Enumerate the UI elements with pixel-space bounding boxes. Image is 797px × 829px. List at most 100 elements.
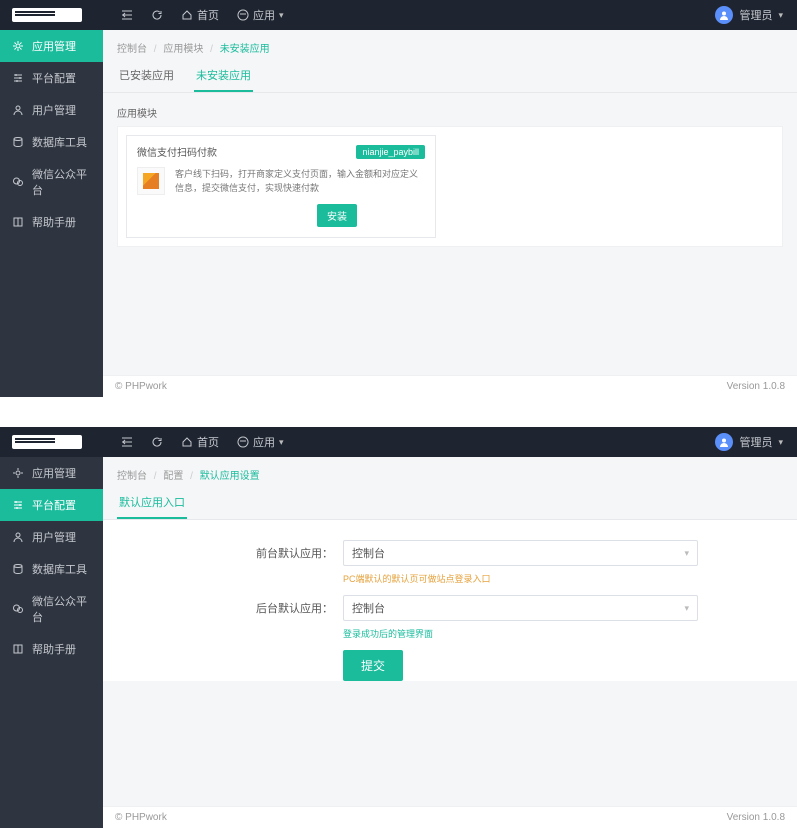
- sliders-icon: [12, 72, 24, 84]
- wechat-icon: [12, 176, 24, 188]
- back-app-label: 后台默认应用：: [103, 600, 343, 616]
- sidebar-item-help[interactable]: 帮助手册: [0, 206, 103, 238]
- tab-default-entry[interactable]: 默认应用入口: [117, 488, 187, 519]
- module-description: 客户线下扫码，打开商家定义支付页面，输入金额和对应定义信息，提交微信支付，实现快…: [175, 167, 425, 196]
- home-link[interactable]: 首页: [181, 7, 219, 23]
- user-menu[interactable]: 管理员 ▾: [715, 6, 797, 24]
- refresh-button[interactable]: [151, 436, 163, 448]
- refresh-icon: [151, 436, 163, 448]
- crumb[interactable]: 控制台: [117, 471, 147, 482]
- sidebar-item-label: 应用管理: [32, 38, 76, 54]
- sidebar-item-label: 用户管理: [32, 529, 76, 545]
- apps-dropdown[interactable]: 应用 ▾: [237, 434, 284, 450]
- collapse-sidebar-button[interactable]: [121, 436, 133, 448]
- breadcrumb: 控制台 / 应用模块 / 未安装应用: [103, 30, 797, 61]
- crumb[interactable]: 应用模块: [163, 44, 203, 55]
- database-icon: [12, 563, 24, 575]
- module-thumbnail: [137, 167, 165, 195]
- book-icon: [12, 643, 24, 655]
- home-icon: [181, 9, 193, 21]
- sidebar-item-platform-config[interactable]: 平台配置: [0, 62, 103, 94]
- refresh-icon: [151, 9, 163, 21]
- tab-installed[interactable]: 已安装应用: [117, 61, 176, 92]
- avatar: [715, 433, 733, 451]
- home-label: 首页: [197, 7, 219, 23]
- module-badge: nianjie_paybill: [356, 145, 425, 159]
- apps-label: 应用: [253, 7, 275, 23]
- user-icon: [12, 104, 24, 116]
- sidebar-item-wechat[interactable]: 微信公众平台: [0, 585, 103, 633]
- tab-not-installed[interactable]: 未安装应用: [194, 61, 253, 92]
- apps-dropdown[interactable]: 应用 ▾: [237, 7, 284, 23]
- crumb[interactable]: 配置: [163, 471, 183, 482]
- sidebar-item-label: 帮助手册: [32, 641, 76, 657]
- submit-button[interactable]: 提交: [343, 650, 403, 681]
- apps-label: 应用: [253, 434, 275, 450]
- refresh-button[interactable]: [151, 9, 163, 21]
- back-help-text: 登录成功后的管理界面: [103, 625, 797, 650]
- sidebar-item-app-manage[interactable]: 应用管理: [0, 457, 103, 489]
- chevron-down-icon: ▾: [778, 10, 783, 21]
- sidebar-item-label: 应用管理: [32, 465, 76, 481]
- install-button[interactable]: 安装: [317, 204, 357, 227]
- sidebar-item-label: 帮助手册: [32, 214, 76, 230]
- gear-icon: [12, 40, 24, 52]
- home-link[interactable]: 首页: [181, 434, 219, 450]
- gear-icon: [12, 467, 24, 479]
- user-name: 管理员: [739, 7, 772, 23]
- logo[interactable]: [0, 427, 103, 457]
- crumb-current: 默认应用设置: [200, 471, 260, 482]
- sidebar-item-label: 平台配置: [32, 497, 76, 513]
- home-icon: [181, 436, 193, 448]
- footer-copyright: © PHPwork: [115, 812, 167, 823]
- breadcrumb: 控制台 / 配置 / 默认应用设置: [103, 457, 797, 488]
- sidebar-item-help[interactable]: 帮助手册: [0, 633, 103, 665]
- chevron-down-icon: ▾: [279, 10, 284, 21]
- sidebar-item-app-manage[interactable]: 应用管理: [0, 30, 103, 62]
- chevron-down-icon: ▾: [279, 437, 284, 448]
- apps-icon: [237, 436, 249, 448]
- footer-version: Version 1.0.8: [727, 381, 785, 392]
- footer-copyright: © PHPwork: [115, 381, 167, 392]
- sidebar-item-label: 平台配置: [32, 70, 76, 86]
- front-help-text: PC端默认的默认页可做站点登录入口: [103, 570, 797, 595]
- chevron-down-icon: ▾: [684, 603, 689, 614]
- sidebar-item-user-manage[interactable]: 用户管理: [0, 94, 103, 126]
- select-value: 控制台: [352, 600, 385, 616]
- sidebar-item-label: 微信公众平台: [32, 593, 91, 625]
- book-icon: [12, 216, 24, 228]
- sidebar-item-label: 数据库工具: [32, 561, 87, 577]
- apps-icon: [237, 9, 249, 21]
- section-title: 应用模块: [103, 93, 797, 126]
- sidebar-item-wechat[interactable]: 微信公众平台: [0, 158, 103, 206]
- sidebar-item-db-tools[interactable]: 数据库工具: [0, 126, 103, 158]
- chevron-down-icon: ▾: [684, 548, 689, 559]
- sidebar-item-label: 微信公众平台: [32, 166, 91, 198]
- collapse-sidebar-button[interactable]: [121, 9, 133, 21]
- module-card: 微信支付扫码付款 nianjie_paybill 客户线下扫码，打开商家定义支付…: [126, 135, 436, 238]
- front-app-select[interactable]: 控制台 ▾: [343, 540, 698, 566]
- crumb-current: 未安装应用: [220, 44, 270, 55]
- home-label: 首页: [197, 434, 219, 450]
- sidebar-item-platform-config[interactable]: 平台配置: [0, 489, 103, 521]
- sidebar-item-label: 用户管理: [32, 102, 76, 118]
- sidebar-item-label: 数据库工具: [32, 134, 87, 150]
- select-value: 控制台: [352, 545, 385, 561]
- wechat-icon: [12, 603, 24, 615]
- back-app-select[interactable]: 控制台 ▾: [343, 595, 698, 621]
- sidebar-item-db-tools[interactable]: 数据库工具: [0, 553, 103, 585]
- database-icon: [12, 136, 24, 148]
- crumb[interactable]: 控制台: [117, 44, 147, 55]
- menu-collapse-icon: [121, 9, 133, 21]
- user-menu[interactable]: 管理员 ▾: [715, 433, 797, 451]
- footer-version: Version 1.0.8: [727, 812, 785, 823]
- user-icon: [12, 531, 24, 543]
- avatar: [715, 6, 733, 24]
- sidebar-item-user-manage[interactable]: 用户管理: [0, 521, 103, 553]
- logo[interactable]: [0, 0, 103, 30]
- front-app-label: 前台默认应用：: [103, 545, 343, 561]
- chevron-down-icon: ▾: [778, 437, 783, 448]
- module-title: 微信支付扫码付款: [137, 144, 217, 159]
- user-name: 管理员: [739, 434, 772, 450]
- menu-collapse-icon: [121, 436, 133, 448]
